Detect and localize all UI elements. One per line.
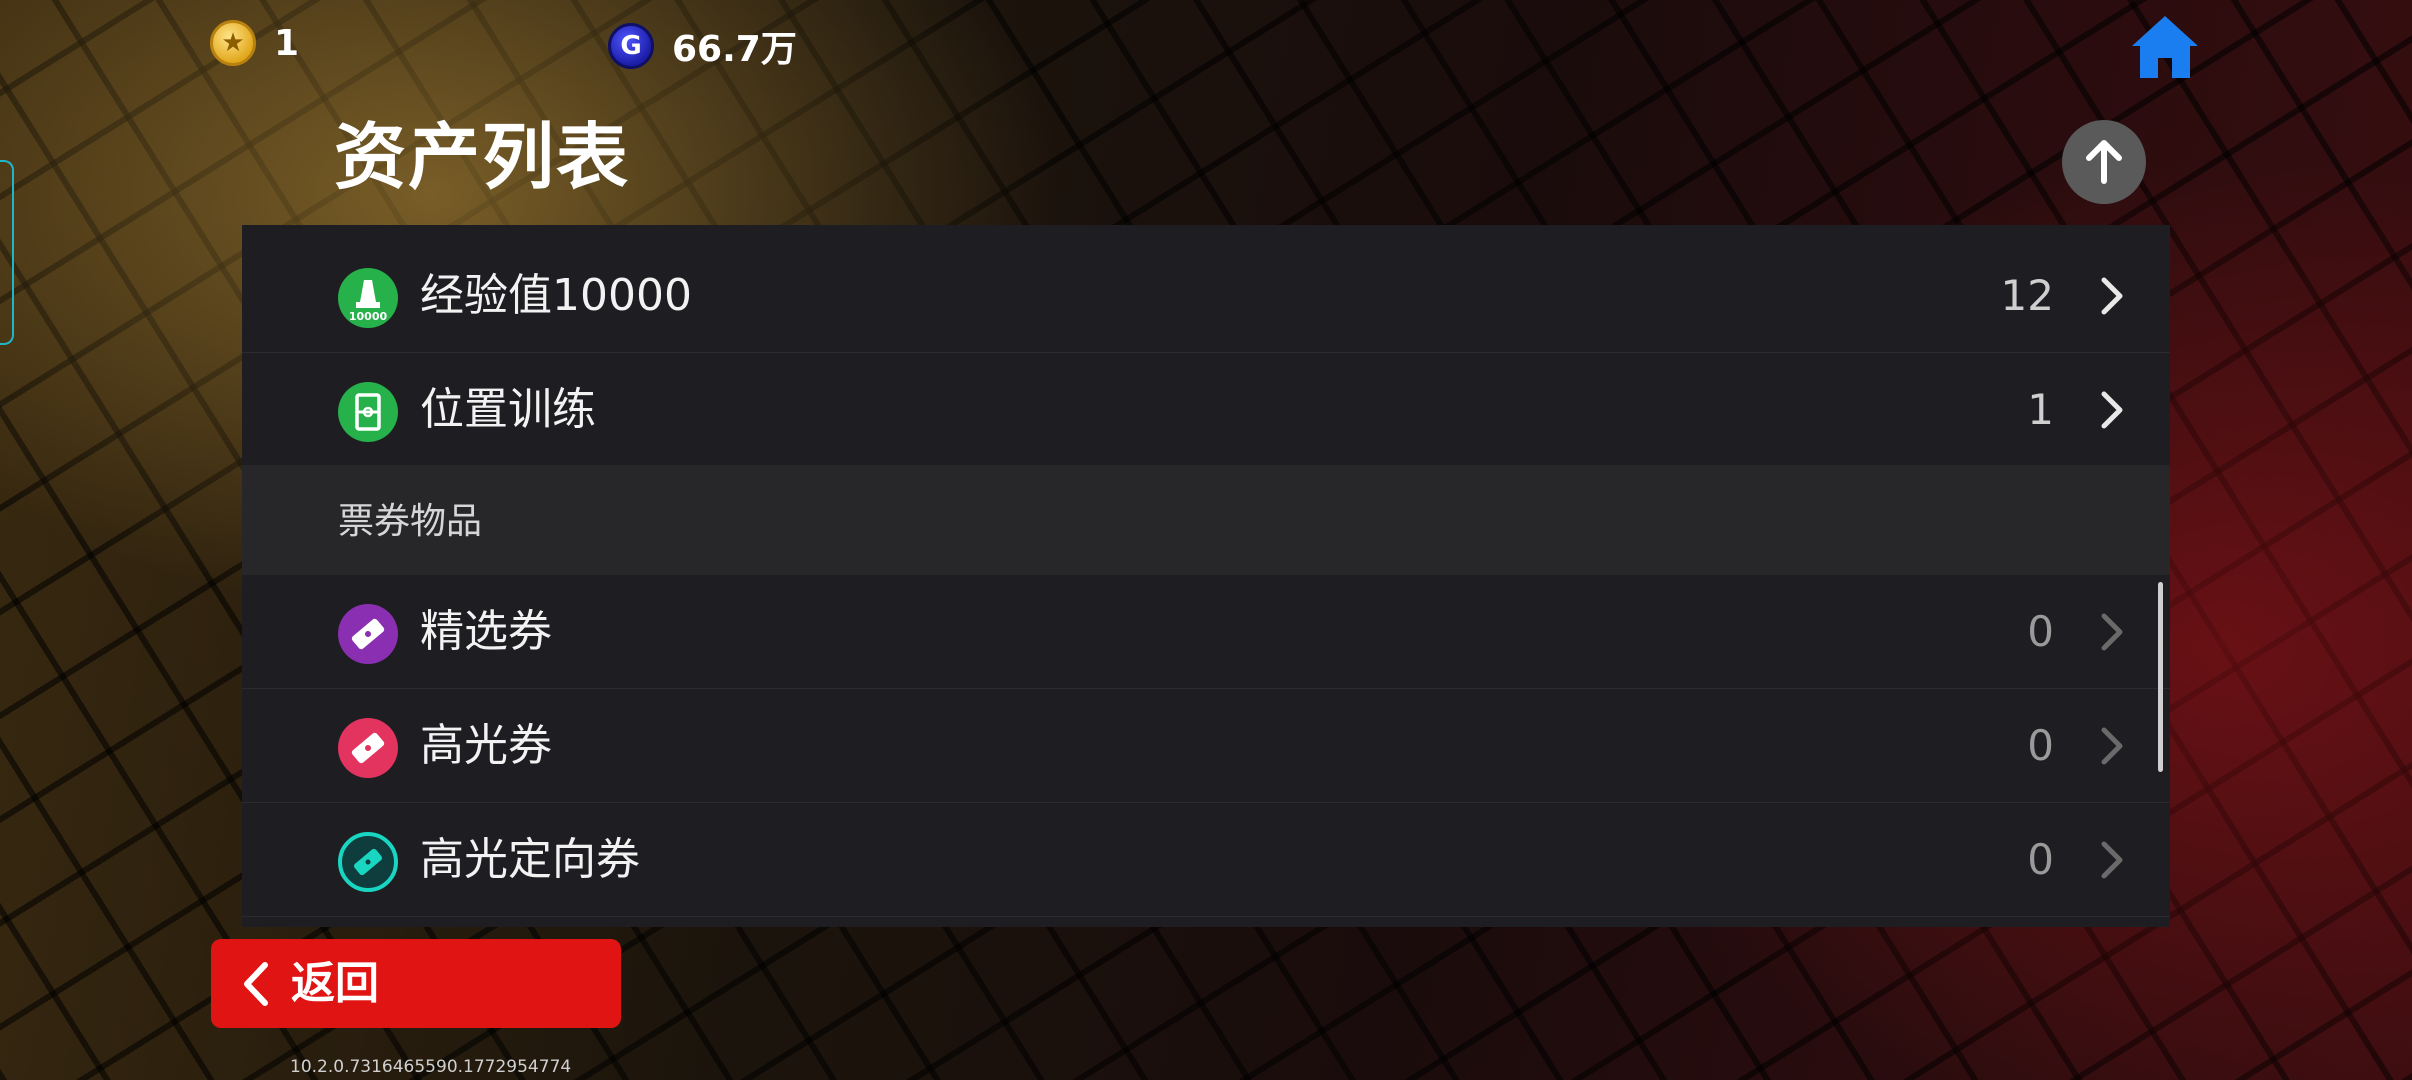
asset-label: 经验值10000 xyxy=(420,270,692,321)
arrow-up-icon xyxy=(2086,140,2122,184)
chevron-right-icon xyxy=(2101,613,2123,651)
section-title: 票券物品 xyxy=(338,501,483,542)
asset-row-position-training[interactable]: 位置训练 1 xyxy=(242,353,2170,467)
gold-coin-icon: G xyxy=(608,23,654,69)
gold-glyph: G xyxy=(620,31,642,61)
asset-label: 高光券 xyxy=(420,720,552,771)
list-scrollbar[interactable] xyxy=(2158,582,2163,772)
asset-count: 1 xyxy=(2027,385,2054,434)
highlight-directional-ticket-icon xyxy=(338,832,398,892)
select-ticket-icon xyxy=(338,604,398,664)
asset-list: 10000 经验值10000 12 位置训练 1 票券物品 精选券 0 高光券 … xyxy=(242,225,2170,927)
experience-10000-icon: 10000 xyxy=(338,268,398,328)
asset-row-experience[interactable]: 10000 经验值10000 12 xyxy=(242,239,2170,353)
star-glyph: ★ xyxy=(221,28,245,58)
experience-badge-text: 10000 xyxy=(349,310,388,323)
chevron-right-icon xyxy=(2101,391,2123,429)
scroll-to-top-button[interactable] xyxy=(2062,120,2146,204)
asset-count: 0 xyxy=(2027,607,2054,656)
asset-label: 精选券 xyxy=(420,606,552,657)
asset-label: 高光定向券 xyxy=(420,834,640,885)
home-button[interactable] xyxy=(2130,14,2200,80)
coin-balance: ★ 1 xyxy=(210,20,299,66)
asset-row-highlight-ticket[interactable]: 高光券 0 xyxy=(242,689,2170,803)
version-text: 10.2.0.7316465590.1772954774 xyxy=(290,1057,572,1077)
asset-row-select-ticket[interactable]: 精选券 0 xyxy=(242,575,2170,689)
gold-balance: G 66.7万 xyxy=(608,20,797,72)
chevron-right-icon xyxy=(2101,727,2123,765)
chevron-right-icon xyxy=(2101,277,2123,315)
asset-count: 0 xyxy=(2027,721,2054,770)
page-title: 资产列表 xyxy=(334,115,631,199)
section-header-tickets: 票券物品 xyxy=(242,465,2170,575)
asset-count: 12 xyxy=(2000,271,2054,320)
chevron-left-icon xyxy=(244,962,268,1006)
asset-row-highlight-directional-ticket[interactable]: 高光定向券 0 xyxy=(242,803,2170,917)
highlight-ticket-icon xyxy=(338,718,398,778)
back-button-label: 返回 xyxy=(291,958,379,1009)
star-coin-icon: ★ xyxy=(210,20,256,66)
position-training-icon xyxy=(338,382,398,442)
asset-count: 0 xyxy=(2027,835,2054,884)
gold-balance-value: 66.7万 xyxy=(672,29,797,70)
home-icon xyxy=(2132,16,2198,78)
side-drawer-handle[interactable] xyxy=(0,160,14,345)
back-button[interactable]: 返回 xyxy=(211,939,621,1028)
chevron-right-icon xyxy=(2101,841,2123,879)
asset-label: 位置训练 xyxy=(420,384,596,435)
coin-balance-value: 1 xyxy=(274,22,300,64)
